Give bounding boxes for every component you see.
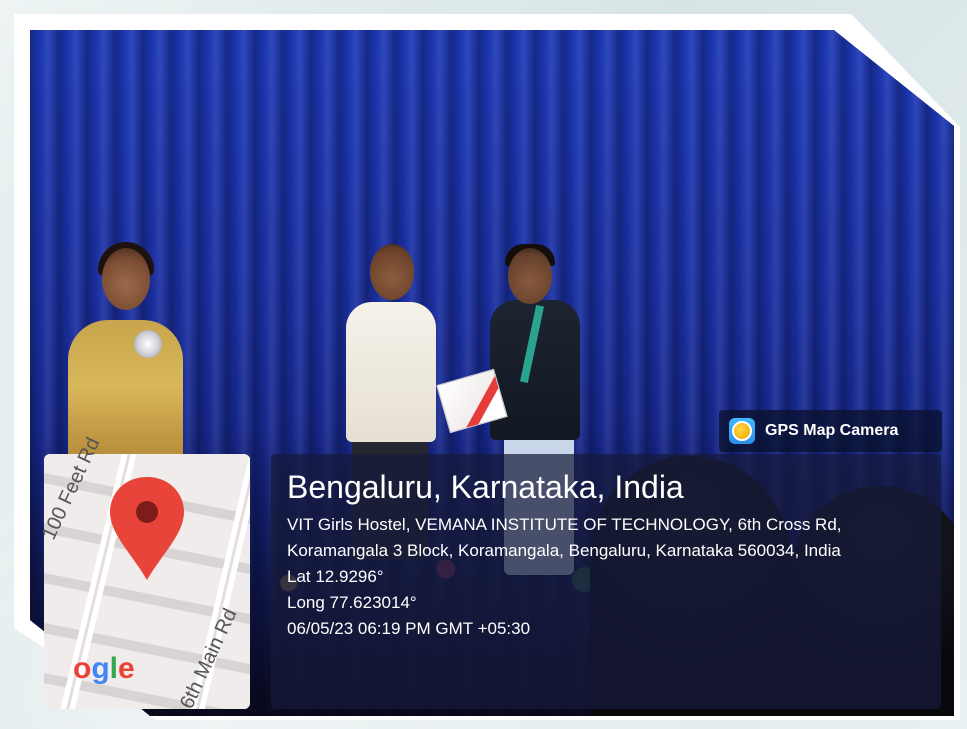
gps-map-camera-icon [729,418,755,444]
latitude: Lat 12.9296° [287,567,384,586]
google-logo-text: ogle [73,652,135,685]
longitude: Long 77.623014° [287,593,417,612]
presenter-shirt [346,302,436,442]
location-info-panel: Bengaluru, Karnataka, India VIT Girls Ho… [271,454,941,709]
gps-map-camera-tag: GPS Map Camera [719,410,942,452]
badge [134,330,162,358]
location-address: VIT Girls Hostel, VEMANA INSTITUTE OF TE… [287,515,842,560]
gps-map-camera-label: GPS Map Camera [765,422,899,439]
timestamp: 06/05/23 06:19 PM GMT +05:30 [287,619,531,638]
google-logo: ogle [73,652,135,686]
recipient-head [508,248,552,304]
presenter-head [370,244,414,300]
location-title: Bengaluru, Karnataka, India [287,469,684,505]
photo-page: GPS Map Camera 100 Feet Rd 6th Main Rd o… [0,0,967,729]
woman-head [102,248,150,310]
